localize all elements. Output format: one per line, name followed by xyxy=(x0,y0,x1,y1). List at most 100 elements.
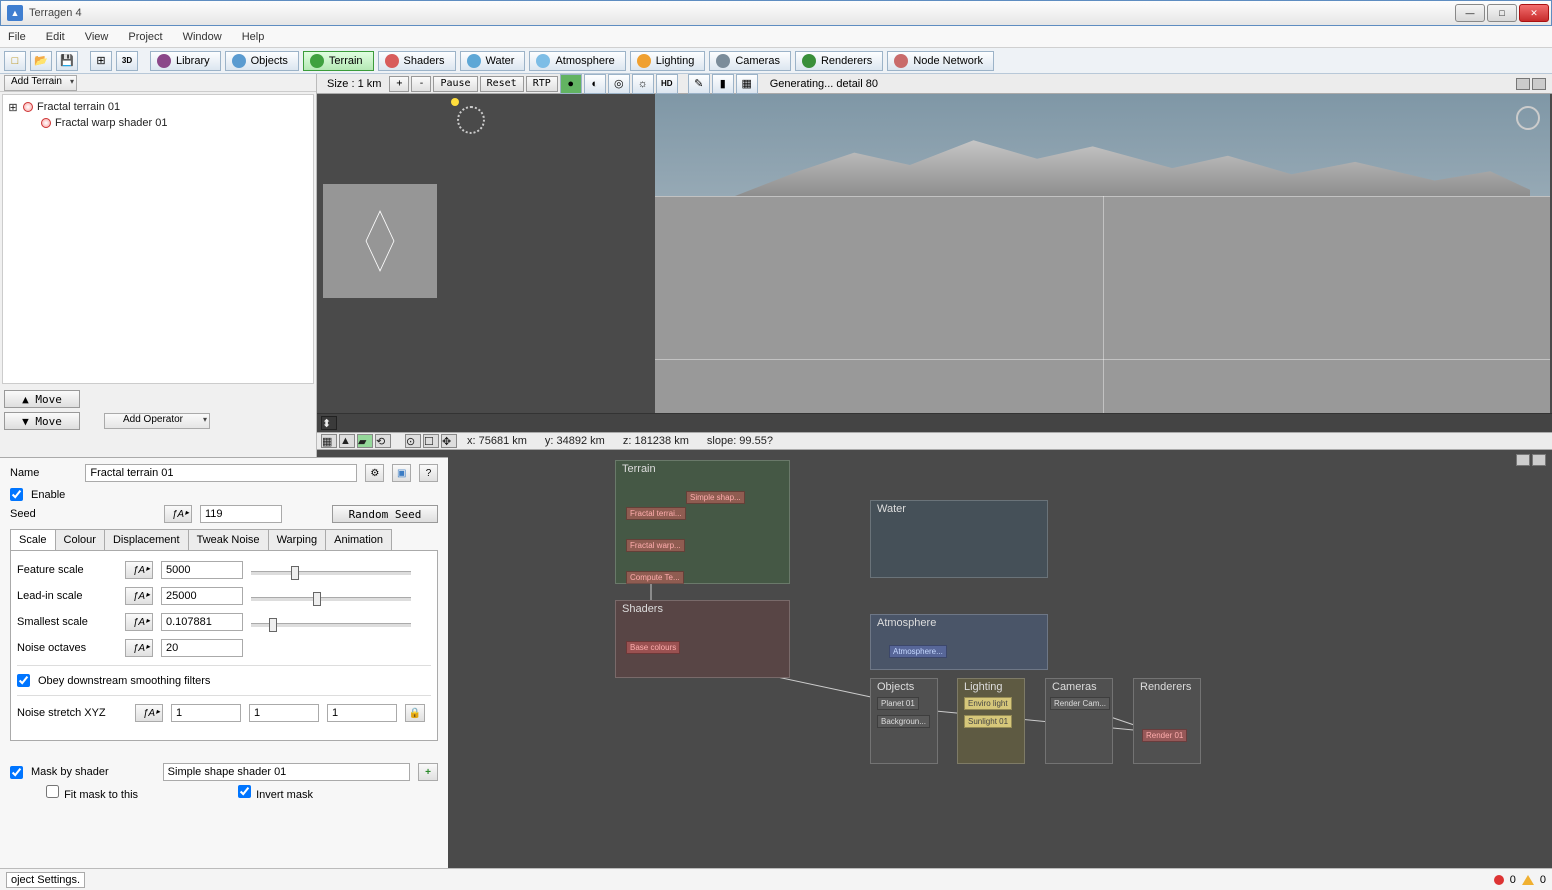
tab-scale[interactable]: Scale xyxy=(10,529,56,550)
noise-stretch-z[interactable] xyxy=(327,704,397,722)
tool-icon[interactable]: ▲ xyxy=(339,434,355,448)
vp-grid-icon[interactable]: ▦ xyxy=(736,74,758,94)
axis-gizmo-icon[interactable] xyxy=(1516,106,1540,130)
node-group-atmosphere[interactable]: AtmosphereAtmosphere... xyxy=(870,614,1048,670)
error-icon[interactable] xyxy=(1494,875,1504,885)
tool-icon[interactable]: ▦ xyxy=(321,434,337,448)
graph-node[interactable]: Atmosphere... xyxy=(889,645,947,658)
feature-scale-input[interactable] xyxy=(161,561,243,579)
zoom-out-button[interactable]: - xyxy=(411,76,431,92)
terrain-button[interactable]: Terrain xyxy=(303,51,374,71)
menu-file[interactable]: File xyxy=(8,31,26,43)
tree-item[interactable]: Fractal warp shader 01 xyxy=(7,115,309,131)
view-3d-icon[interactable]: 3D xyxy=(116,51,138,71)
random-seed-button[interactable]: Random Seed xyxy=(332,505,438,523)
leadin-scale-input[interactable] xyxy=(161,587,243,605)
smallest-scale-slider[interactable] xyxy=(251,617,431,627)
minimize-button[interactable]: — xyxy=(1455,4,1485,22)
vp-option-icon[interactable]: ◎ xyxy=(608,74,630,94)
vp-option-icon[interactable]: ☼ xyxy=(632,74,654,94)
enable-checkbox[interactable] xyxy=(10,488,23,501)
node-group-terrain[interactable]: TerrainSimple shap...Fractal terrai...Fr… xyxy=(615,460,790,584)
panel-detach-icon[interactable] xyxy=(1516,454,1530,466)
seed-func-button[interactable]: ƒA xyxy=(164,505,192,523)
cameras-button[interactable]: Cameras xyxy=(709,51,791,71)
panel-max-icon[interactable] xyxy=(1532,78,1546,90)
vp-option-icon[interactable]: ● xyxy=(560,74,582,94)
new-file-icon[interactable]: □ xyxy=(4,51,26,71)
tree-item[interactable]: ⊞ Fractal terrain 01 xyxy=(7,99,309,115)
name-input[interactable] xyxy=(85,464,357,482)
graph-node[interactable]: Sunlight 01 xyxy=(964,715,1012,728)
node-graph[interactable]: TerrainSimple shap...Fractal terrai...Fr… xyxy=(395,450,1552,868)
atmosphere-button[interactable]: Atmosphere xyxy=(529,51,625,71)
graph-node[interactable]: Render 01 xyxy=(1142,729,1187,742)
func-button[interactable]: ƒA xyxy=(125,639,153,657)
graph-node[interactable]: Enviro light xyxy=(964,697,1012,710)
settings-icon[interactable]: ⚙ xyxy=(365,464,384,482)
warning-icon[interactable] xyxy=(1522,875,1534,885)
feature-scale-slider[interactable] xyxy=(251,565,431,575)
tool-icon[interactable]: ⟲ xyxy=(375,434,391,448)
move-up-button[interactable]: ▲ Move xyxy=(4,390,80,408)
tab-animation[interactable]: Animation xyxy=(325,529,392,550)
node-group-water[interactable]: Water xyxy=(870,500,1048,578)
obey-checkbox[interactable] xyxy=(17,674,30,687)
move-down-button[interactable]: ▼ Move xyxy=(4,412,80,430)
node-group-cameras[interactable]: CamerasRender Cam... xyxy=(1045,678,1113,764)
menu-help[interactable]: Help xyxy=(242,31,265,43)
fit-mask-checkbox[interactable] xyxy=(46,785,59,798)
menu-window[interactable]: Window xyxy=(183,31,222,43)
noise-stretch-x[interactable] xyxy=(171,704,241,722)
water-button[interactable]: Water xyxy=(460,51,526,71)
leadin-scale-slider[interactable] xyxy=(251,591,431,601)
menu-view[interactable]: View xyxy=(85,31,109,43)
tab-tweak-noise[interactable]: Tweak Noise xyxy=(188,529,269,550)
vp-color-icon[interactable]: ▮ xyxy=(712,74,734,94)
node-network-button[interactable]: Node Network xyxy=(887,51,994,71)
node-group-renderers[interactable]: RenderersRender 01 xyxy=(1133,678,1201,764)
expand-icon[interactable]: ⊞ xyxy=(7,101,19,114)
help-icon[interactable]: ? xyxy=(419,464,438,482)
nav-gizmo-icon[interactable] xyxy=(457,106,485,134)
graph-node[interactable]: Compute Te... xyxy=(626,571,684,584)
add-operator-button[interactable]: Add Operator xyxy=(104,413,210,429)
tab-colour[interactable]: Colour xyxy=(55,529,105,550)
smallest-scale-input[interactable] xyxy=(161,613,243,631)
maximize-button[interactable]: □ xyxy=(1487,4,1517,22)
graph-node[interactable]: Planet 01 xyxy=(877,697,919,710)
panel-detach-icon[interactable] xyxy=(1516,78,1530,90)
renderers-button[interactable]: Renderers xyxy=(795,51,883,71)
tab-displacement[interactable]: Displacement xyxy=(104,529,189,550)
node-group-lighting[interactable]: LightingEnviro lightSunlight 01 xyxy=(957,678,1025,764)
tab-warping[interactable]: Warping xyxy=(268,529,327,550)
func-button[interactable]: ƒA xyxy=(125,561,153,579)
menu-edit[interactable]: Edit xyxy=(46,31,65,43)
close-button[interactable] xyxy=(1519,4,1549,22)
tool-icon[interactable]: ☐ xyxy=(423,434,439,448)
tool-icon[interactable]: ▰ xyxy=(357,434,373,448)
graph-node[interactable]: Fractal warp... xyxy=(626,539,685,552)
node-group-shaders[interactable]: ShadersBase colours xyxy=(615,600,790,678)
shaders-button[interactable]: Shaders xyxy=(378,51,456,71)
tool-icon[interactable]: ✥ xyxy=(441,434,457,448)
mask-shader-input[interactable] xyxy=(163,763,410,781)
graph-node[interactable]: Backgroun... xyxy=(877,715,930,728)
graph-node[interactable]: Base colours xyxy=(626,641,680,654)
preview-thumbnail[interactable] xyxy=(323,184,437,298)
tool-icon[interactable]: ⊙ xyxy=(405,434,421,448)
lock-xyz-icon[interactable]: 🔒 xyxy=(405,704,425,722)
terrain-tree[interactable]: ⊞ Fractal terrain 01 Fractal warp shader… xyxy=(2,94,314,384)
graph-node[interactable]: Render Cam... xyxy=(1050,697,1110,710)
graph-node[interactable]: Fractal terrai... xyxy=(626,507,686,520)
open-file-icon[interactable]: 📂 xyxy=(30,51,52,71)
panel-max-icon[interactable] xyxy=(1532,454,1546,466)
graph-node[interactable]: Simple shap... xyxy=(686,491,745,504)
noise-octaves-input[interactable] xyxy=(161,639,243,657)
rtp-button[interactable]: RTP xyxy=(526,76,558,92)
vp-hd-icon[interactable]: HD xyxy=(656,74,678,94)
node-group-objects[interactable]: ObjectsPlanet 01Backgroun... xyxy=(870,678,938,764)
vp-brush-icon[interactable]: ✎ xyxy=(688,74,710,94)
mask-by-shader-checkbox[interactable] xyxy=(10,766,23,779)
vp-option-icon[interactable]: ◐ xyxy=(584,74,606,94)
